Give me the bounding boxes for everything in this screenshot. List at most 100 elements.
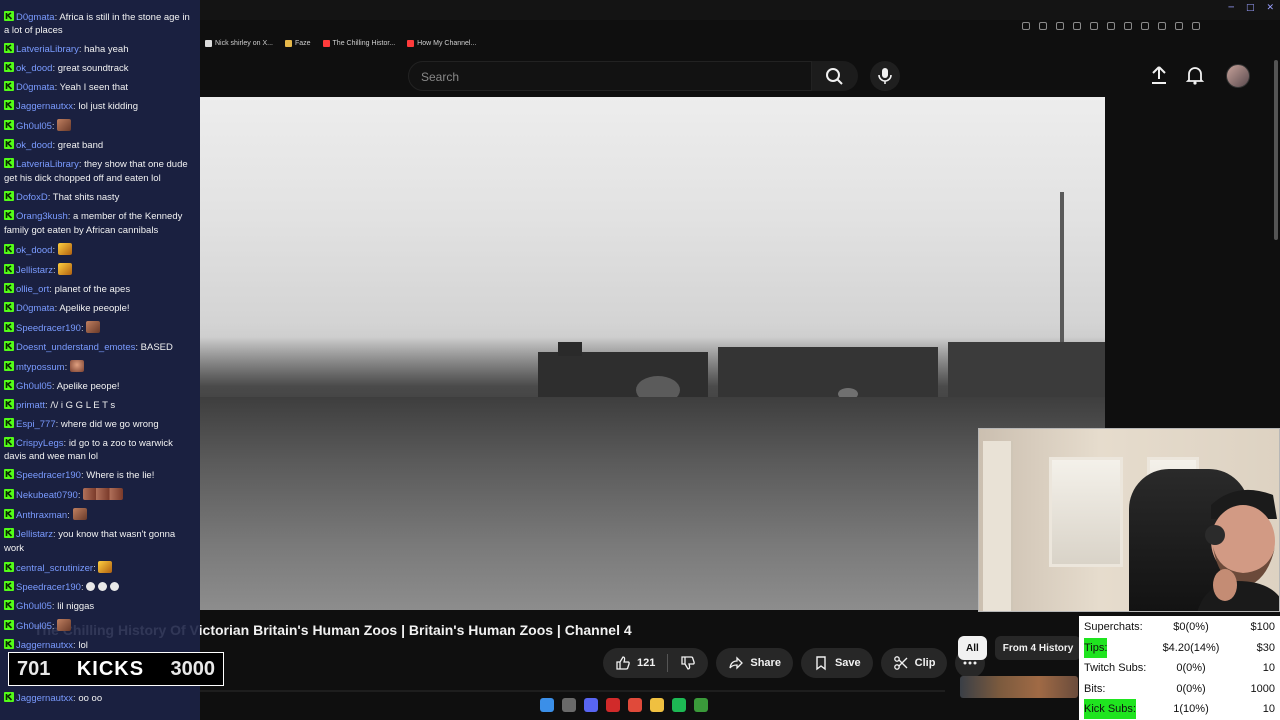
chat-username[interactable]: Gh0ul05 xyxy=(16,381,52,392)
minimize-icon[interactable]: ─ xyxy=(1229,3,1234,13)
chat-username[interactable]: Speedracer190 xyxy=(16,470,81,481)
chat-username[interactable]: DofoxD xyxy=(16,192,48,203)
bookmark-item[interactable]: Nick shirley on X... xyxy=(205,40,273,47)
chat-username[interactable]: ok_dood xyxy=(16,245,52,256)
extension-icon[interactable] xyxy=(1158,22,1166,30)
folder-icon[interactable] xyxy=(650,698,664,712)
stat-row: Superchats: $0(0%) $100 xyxy=(1079,617,1280,637)
extension-icon[interactable] xyxy=(1073,22,1081,30)
chat-emote-icon xyxy=(86,320,101,333)
chat-username[interactable]: Orang3kush xyxy=(16,211,68,222)
clip-button[interactable]: Clip xyxy=(880,648,948,678)
start-icon[interactable] xyxy=(540,698,554,712)
bookmark-label: Nick shirley on X... xyxy=(215,40,273,47)
recommended-thumbnail[interactable] xyxy=(960,676,1078,698)
voice-search-button[interactable] xyxy=(870,61,900,91)
avatar[interactable] xyxy=(1226,64,1250,88)
extension-icon[interactable] xyxy=(1056,22,1064,30)
chat-message: Speedracer190: xyxy=(0,579,196,598)
save-button[interactable]: Save xyxy=(800,648,873,678)
extension-icon[interactable] xyxy=(1107,22,1115,30)
like-dislike-group: 121 xyxy=(603,648,709,678)
chat-username[interactable]: Nekubeat0790 xyxy=(16,490,78,501)
chat-username[interactable]: LatveriaLibrary xyxy=(16,159,79,170)
stat-value: $0(0%) xyxy=(1173,621,1209,633)
extension-icon[interactable] xyxy=(1141,22,1149,30)
like-button[interactable]: 121 xyxy=(603,648,667,678)
chat-text: haha yeah xyxy=(84,44,129,56)
extension-icon[interactable] xyxy=(1090,22,1098,30)
chip-all[interactable]: All xyxy=(958,636,987,660)
chat-username[interactable]: ollie_ort xyxy=(16,284,49,295)
chat-username[interactable]: Gh0ul05 xyxy=(16,121,52,132)
notifications-button[interactable] xyxy=(1184,64,1206,86)
bookmark-item[interactable]: The Chilling Histor... xyxy=(322,40,395,47)
bookmark-item[interactable]: Faze xyxy=(284,40,311,47)
chat-username[interactable]: central_scrutinizer xyxy=(16,563,93,574)
page-scrollbar[interactable] xyxy=(1274,60,1278,240)
chat-text: Apelike peeople! xyxy=(59,302,130,314)
extension-icon[interactable] xyxy=(1124,22,1132,30)
chat-message: ok_dood: xyxy=(0,240,196,260)
chat-message: central_scrutinizer: xyxy=(0,559,196,579)
chat-message: D0gmata: Africa is still in the stone ag… xyxy=(0,8,196,41)
upload-button[interactable] xyxy=(1148,64,1170,86)
extension-icon[interactable] xyxy=(1192,22,1200,30)
chat-username[interactable]: LatveriaLibrary xyxy=(16,44,79,55)
bookmark-item[interactable]: How My Channel... xyxy=(407,40,476,47)
kick-badge-icon xyxy=(4,620,14,631)
upload-icon xyxy=(1152,66,1166,84)
spotify-icon[interactable] xyxy=(672,698,686,712)
chat-username[interactable]: Anthraxman xyxy=(16,510,67,521)
chat-emote-icon xyxy=(98,561,113,574)
close-icon[interactable]: ✕ xyxy=(1266,3,1274,13)
chat-username[interactable]: Jellistarz xyxy=(16,529,53,540)
chat-username[interactable]: Jellistarz xyxy=(16,265,53,276)
clip-label: Clip xyxy=(914,657,936,669)
extension-icon[interactable] xyxy=(1039,22,1047,30)
chat-username[interactable]: Jaggernautxx xyxy=(16,693,73,704)
xbox-icon[interactable] xyxy=(694,698,708,712)
extension-icon[interactable] xyxy=(1175,22,1183,30)
chat-username[interactable]: primatt xyxy=(16,400,45,411)
kick-badge-icon xyxy=(4,600,14,611)
chat-username[interactable]: mtypossum xyxy=(16,362,65,373)
chat-username[interactable]: ok_dood xyxy=(16,140,52,151)
chat-username[interactable]: Doesnt_understand_emotes xyxy=(16,342,135,353)
chrome-icon[interactable] xyxy=(628,698,642,712)
stat-goal: $30 xyxy=(1256,641,1275,654)
discord-icon[interactable] xyxy=(584,698,598,712)
chat-username[interactable]: Jaggernautxx xyxy=(16,640,73,651)
chat-username[interactable]: Espi_777 xyxy=(16,419,56,430)
chat-username[interactable]: CrispyLegs xyxy=(16,438,64,449)
app-icon[interactable] xyxy=(606,698,620,712)
webcam-feed xyxy=(978,428,1280,612)
kick-badge-icon xyxy=(4,692,14,703)
chat-username[interactable]: Jaggernautxx xyxy=(16,101,73,112)
video-frame-field xyxy=(200,397,1105,610)
chat-username[interactable]: Speedracer190 xyxy=(16,582,81,593)
search-icon[interactable] xyxy=(562,698,576,712)
description-divider xyxy=(200,690,945,692)
microphone-icon xyxy=(878,68,892,84)
chat-username[interactable]: Speedracer190 xyxy=(16,323,81,334)
search-button[interactable] xyxy=(812,61,858,91)
chat-emote-icon xyxy=(98,582,108,592)
search-input[interactable]: Search xyxy=(408,61,812,91)
tab-strip[interactable] xyxy=(200,0,1280,20)
chat-username[interactable]: D0gmata xyxy=(16,82,55,93)
maximize-icon[interactable]: □ xyxy=(1246,3,1255,13)
chat-username[interactable]: Gh0ul05 xyxy=(16,601,52,612)
chat-emote-icon xyxy=(57,619,72,632)
chat-message: ollie_ort: planet of the apes xyxy=(0,280,196,299)
chat-username[interactable]: ok_dood xyxy=(16,63,52,74)
chat-username[interactable]: D0gmata xyxy=(16,303,55,314)
extension-icon[interactable] xyxy=(1022,22,1030,30)
dislike-button[interactable] xyxy=(668,648,708,678)
share-button[interactable]: Share xyxy=(716,648,793,678)
chat-username[interactable]: D0gmata xyxy=(16,12,55,23)
chat-username[interactable]: Gh0ul05 xyxy=(16,621,52,632)
chip-from-channel[interactable]: From 4 History xyxy=(994,636,1082,660)
video-player[interactable] xyxy=(200,97,1105,610)
chat-text: Yeah I seen that xyxy=(59,82,128,94)
